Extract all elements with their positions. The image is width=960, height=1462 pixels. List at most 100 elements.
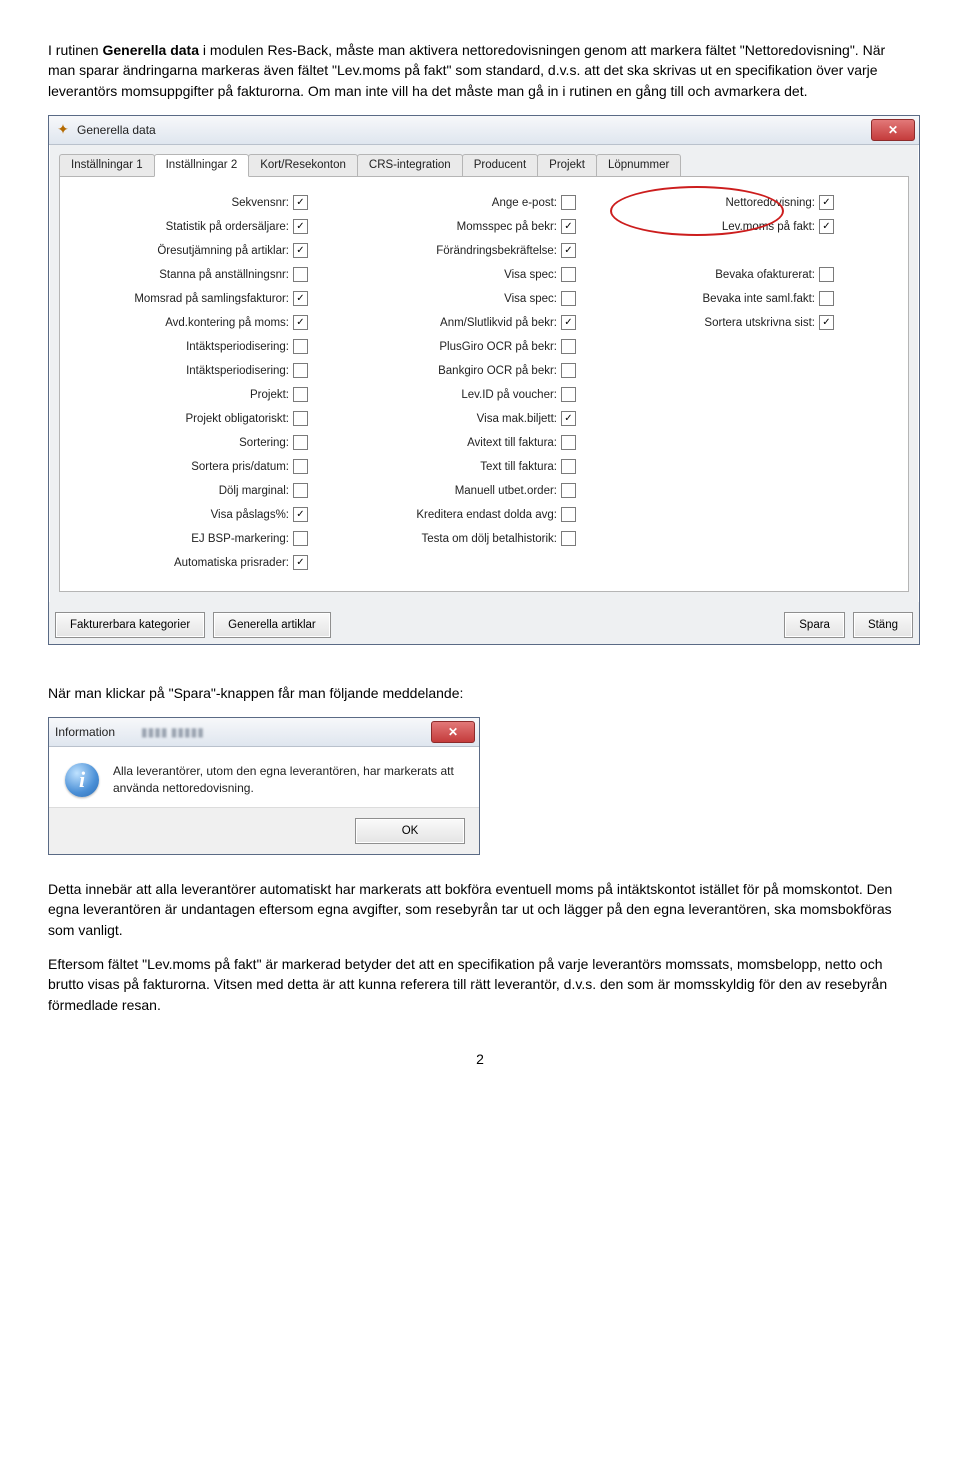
setting-label: Kreditera endast dolda avg: [416, 509, 557, 521]
setting-label: Förändringsbekräftelse: [436, 245, 557, 257]
setting-label: Visa mak.biljett: [477, 413, 557, 425]
setting-label: PlusGiro OCR på bekr: [439, 341, 557, 353]
settings-col-3: Nettoredovisning:Lev.moms på fakt:Bevaka… [604, 193, 834, 573]
dialog-subtitle-blur: ▮▮▮▮ ▮▮▮▮▮ [141, 725, 204, 739]
setting-label: Testa om dölj betalhistorik: [421, 533, 557, 545]
setting-row: Momsspec på bekr: [336, 217, 576, 237]
tab-crs-integration[interactable]: CRS-integration [357, 154, 463, 176]
tab-producent[interactable]: Producent [462, 154, 538, 176]
checkbox[interactable] [293, 555, 308, 570]
setting-row: PlusGiro OCR på bekr: [336, 337, 576, 357]
tabs: Inställningar 1 Inställningar 2 Kort/Res… [59, 153, 909, 177]
setting-row: Öresutjämning på artiklar: [78, 241, 308, 261]
tab-projekt[interactable]: Projekt [537, 154, 597, 176]
setting-label: Statistik på ordersäljare: [166, 221, 289, 233]
setting-row: Förändringsbekräftelse: [336, 241, 576, 261]
setting-label: Text till faktura: [480, 461, 557, 473]
checkbox[interactable] [293, 219, 308, 234]
checkbox[interactable] [561, 339, 576, 354]
generella-data-window: ✦ Generella data ✕ Inställningar 1 Instä… [48, 115, 920, 645]
checkbox[interactable] [293, 195, 308, 210]
setting-row: Text till faktura: [336, 457, 576, 477]
generella-artiklar-button[interactable]: Generella artiklar [213, 612, 331, 638]
checkbox[interactable] [293, 411, 308, 426]
checkbox[interactable] [561, 411, 576, 426]
setting-label: Projekt obligatoriskt: [185, 413, 289, 425]
checkbox[interactable] [293, 315, 308, 330]
information-dialog: Information ▮▮▮▮ ▮▮▮▮▮ ✕ i Alla leverant… [48, 717, 480, 855]
window-titlebar: ✦ Generella data ✕ [49, 116, 919, 145]
setting-row: Visa spec: [336, 265, 576, 285]
close-icon[interactable]: ✕ [431, 721, 475, 743]
setting-label: Sortera pris/datum: [191, 461, 289, 473]
checkbox[interactable] [293, 435, 308, 450]
setting-row: Bankgiro OCR på bekr: [336, 361, 576, 381]
setting-row: Statistik på ordersäljare: [78, 217, 308, 237]
setting-row: Visa påslags%: [78, 505, 308, 525]
tab-installningar-1[interactable]: Inställningar 1 [59, 154, 155, 176]
checkbox[interactable] [561, 531, 576, 546]
setting-row: Visa mak.biljett: [336, 409, 576, 429]
window-title: Generella data [77, 123, 156, 137]
p1-b: Generella data [102, 42, 199, 58]
setting-row: Automatiska prisrader: [78, 553, 308, 573]
page-number: 2 [48, 1051, 912, 1067]
setting-row: Kreditera endast dolda avg: [336, 505, 576, 525]
info-icon: i [65, 763, 99, 797]
checkbox[interactable] [561, 459, 576, 474]
setting-row: Stanna på anställningsnr: [78, 265, 308, 285]
checkbox[interactable] [293, 459, 308, 474]
checkbox[interactable] [293, 339, 308, 354]
stang-button[interactable]: Stäng [853, 612, 913, 638]
setting-row: Bevaka inte saml.fakt: [604, 289, 834, 309]
setting-row: Sekvensnr: [78, 193, 308, 213]
checkbox[interactable] [561, 387, 576, 402]
checkbox[interactable] [819, 267, 834, 282]
setting-label: Öresutjämning på artiklar: [157, 245, 289, 257]
fakturerbara-kategorier-button[interactable]: Fakturerbara kategorier [55, 612, 205, 638]
checkbox[interactable] [561, 315, 576, 330]
checkbox[interactable] [561, 219, 576, 234]
settings-grid: Sekvensnr: Statistik på ordersäljare: Öres… [59, 177, 909, 592]
checkbox[interactable] [293, 267, 308, 282]
checkbox[interactable] [819, 195, 834, 210]
setting-row: Sortera utskrivna sist: [604, 313, 834, 333]
checkbox[interactable] [561, 195, 576, 210]
spara-button[interactable]: Spara [784, 612, 845, 638]
tab-lopnummer[interactable]: Löpnummer [596, 154, 681, 176]
checkbox[interactable] [293, 531, 308, 546]
checkbox[interactable] [819, 315, 834, 330]
setting-label: Sekvensnr: [231, 197, 289, 209]
checkbox[interactable] [819, 219, 834, 234]
checkbox[interactable] [293, 291, 308, 306]
checkbox[interactable] [293, 483, 308, 498]
setting-row: Sortering: [78, 433, 308, 453]
setting-row: Lev.ID på voucher: [336, 385, 576, 405]
settings-col-2: Ange e-post: Momsspec på bekr: Förändrings… [336, 193, 576, 573]
checkbox[interactable] [561, 363, 576, 378]
checkbox[interactable] [293, 507, 308, 522]
dialog-footer: OK [49, 807, 479, 854]
setting-row: Sortera pris/datum: [78, 457, 308, 477]
checkbox[interactable] [293, 387, 308, 402]
setting-label: Ange e-post: [492, 197, 557, 209]
tab-kort-resekonton[interactable]: Kort/Resekonton [248, 154, 358, 176]
checkbox[interactable] [561, 483, 576, 498]
setting-label: Automatiska prisrader: [174, 557, 289, 569]
setting-label: Manuell utbet.order: [455, 485, 557, 497]
checkbox[interactable] [293, 243, 308, 258]
checkbox[interactable] [561, 507, 576, 522]
checkbox[interactable] [819, 291, 834, 306]
checkbox[interactable] [293, 363, 308, 378]
setting-label: Sortera utskrivna sist: [704, 317, 815, 329]
p3: Detta innebär att alla leverantörer auto… [48, 879, 912, 940]
ok-button[interactable]: OK [355, 818, 465, 844]
checkbox[interactable] [561, 435, 576, 450]
close-icon[interactable]: ✕ [871, 119, 915, 141]
tab-installningar-2[interactable]: Inställningar 2 [154, 154, 250, 177]
checkbox[interactable] [561, 267, 576, 282]
checkbox[interactable] [561, 291, 576, 306]
setting-label: Momsrad på samlingsfakturor: [134, 293, 289, 305]
checkbox[interactable] [561, 243, 576, 258]
setting-row: Intäktsperiodisering: [78, 337, 308, 357]
